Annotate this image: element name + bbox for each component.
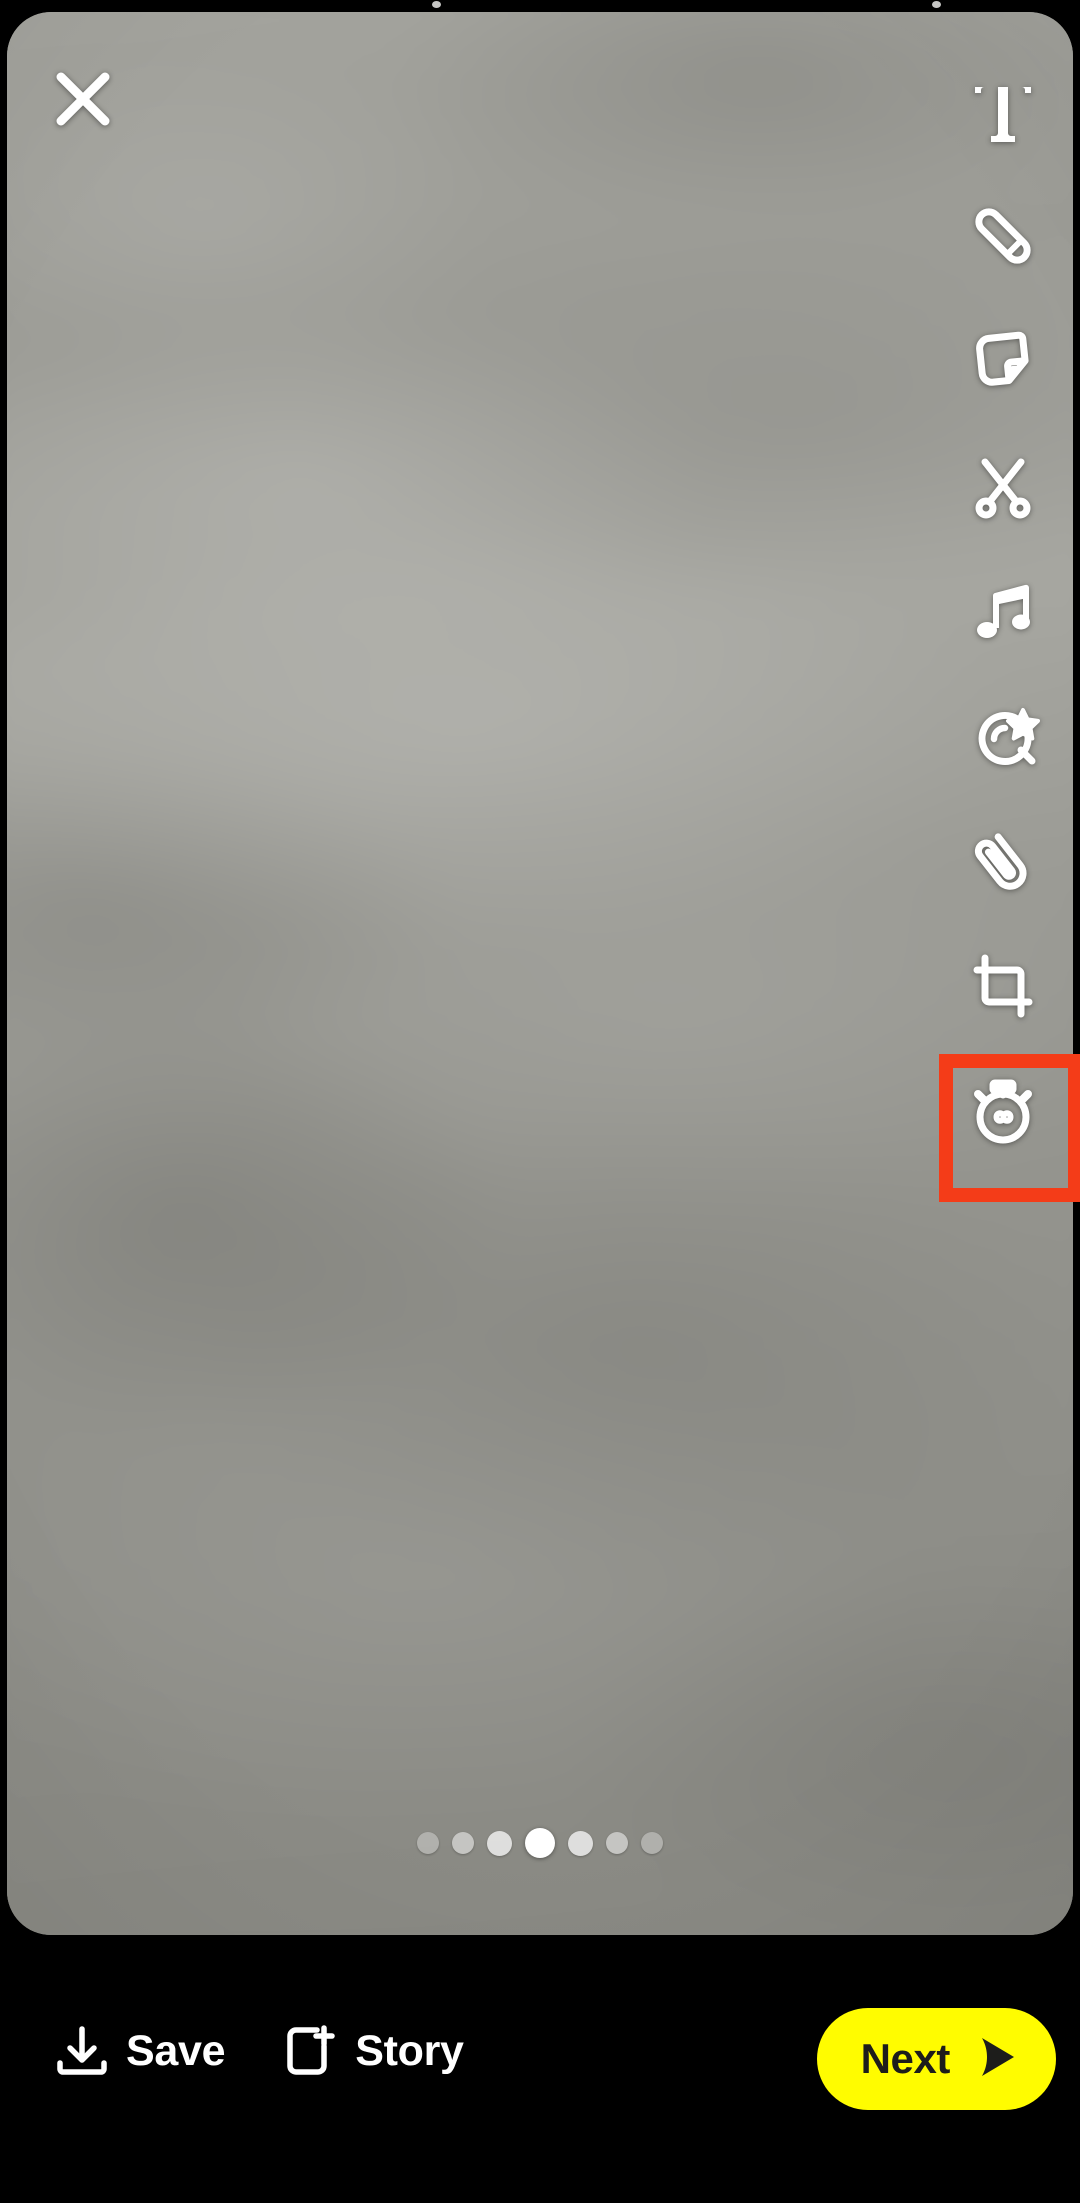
status-dot xyxy=(932,1,941,8)
next-button[interactable]: Next xyxy=(816,2008,1056,2110)
sticker-icon xyxy=(967,325,1039,397)
music-note-icon xyxy=(967,575,1039,647)
download-save-icon xyxy=(54,2023,110,2079)
paperclip-icon xyxy=(967,825,1039,897)
tool-button-text[interactable] xyxy=(948,56,1058,166)
add-to-story-icon xyxy=(283,2023,339,2079)
crop-icon xyxy=(967,950,1039,1022)
tool-button-music[interactable] xyxy=(948,556,1058,666)
photo-canvas[interactable] xyxy=(7,12,1073,1935)
bottom-action-bar: Save Story Next xyxy=(0,1935,1080,2203)
page-dot[interactable] xyxy=(452,1832,474,1854)
tool-button-cutout[interactable] xyxy=(948,431,1058,541)
snap-editor-screen: Save Story Next xyxy=(0,0,1080,2203)
page-dot[interactable] xyxy=(417,1832,439,1854)
tool-button-timer[interactable] xyxy=(948,1056,1058,1166)
page-dot[interactable] xyxy=(487,1830,512,1856)
tool-button-lens[interactable] xyxy=(948,681,1058,791)
save-button[interactable]: Save xyxy=(54,2023,226,2079)
tool-button-draw[interactable] xyxy=(948,181,1058,291)
send-arrow-icon xyxy=(970,2031,1022,2088)
pencil-icon xyxy=(967,200,1039,272)
lens-star-icon xyxy=(964,697,1042,775)
page-indicator[interactable] xyxy=(0,1828,1080,1858)
bottom-left-actions: Save Story xyxy=(54,2023,464,2079)
text-t-icon xyxy=(967,75,1039,147)
story-label: Story xyxy=(355,2026,464,2075)
tool-button-sticker[interactable] xyxy=(948,306,1058,416)
scissors-icon xyxy=(967,450,1039,522)
editor-toolbar xyxy=(948,56,1058,1181)
close-x-icon xyxy=(51,67,115,131)
tool-button-crop[interactable] xyxy=(948,931,1058,1041)
page-dot-active[interactable] xyxy=(525,1828,555,1858)
save-label: Save xyxy=(126,2026,226,2075)
story-button[interactable]: Story xyxy=(283,2023,464,2079)
stopwatch-timer-icon xyxy=(966,1074,1040,1148)
status-dot xyxy=(432,1,441,8)
page-dot[interactable] xyxy=(606,1832,628,1854)
photo-vignette xyxy=(7,12,1073,1935)
status-bar-sliver xyxy=(0,0,1080,12)
page-dot[interactable] xyxy=(568,1830,593,1856)
next-label: Next xyxy=(860,2035,951,2082)
page-dot[interactable] xyxy=(641,1832,663,1854)
tool-button-attach[interactable] xyxy=(948,806,1058,916)
close-button[interactable] xyxy=(44,60,122,138)
